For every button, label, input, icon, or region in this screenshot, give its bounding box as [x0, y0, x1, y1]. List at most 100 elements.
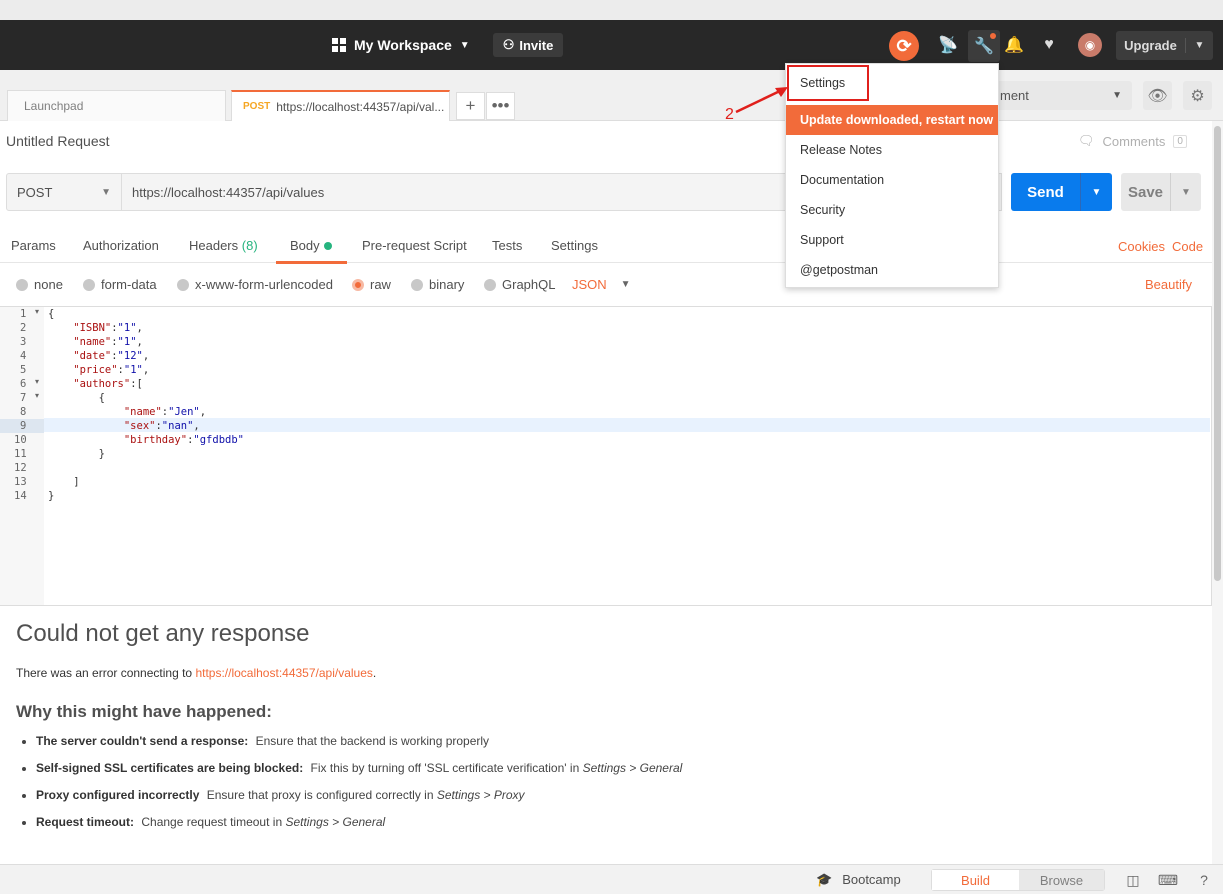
tab-headers[interactable]: Headers (8)	[189, 238, 258, 253]
help-icon[interactable]: ?	[1195, 871, 1213, 889]
code-line: "authors":[	[48, 378, 143, 390]
send-button[interactable]: Send ▼	[1011, 173, 1112, 211]
comments-button[interactable]: 🗨 Comments 0	[1078, 133, 1187, 149]
list-item: The server couldn't send a response: Ens…	[36, 734, 1206, 749]
radio-circle-selected	[352, 278, 364, 291]
cookies-link[interactable]: Cookies	[1118, 239, 1165, 254]
code-link[interactable]: Code	[1172, 239, 1203, 254]
response-title: Could not get any response	[16, 620, 310, 647]
more-tabs-button[interactable]: •••	[486, 92, 515, 120]
radio-graphql[interactable]: GraphQL	[484, 277, 555, 292]
list-item: Self-signed SSL certificates are being b…	[36, 761, 1206, 776]
radio-raw[interactable]: raw	[352, 277, 391, 292]
beautify-link[interactable]: Beautify	[1145, 277, 1192, 292]
radio-label: none	[34, 277, 63, 292]
avatar[interactable]: ◉	[1078, 33, 1102, 57]
why-title: Why this might have happened:	[16, 702, 272, 721]
gear-icon[interactable]: ⚙	[1183, 81, 1212, 110]
chevron-down-icon[interactable]: ▼	[1186, 40, 1213, 51]
line-number: 3	[20, 336, 27, 348]
radio-none[interactable]: none	[16, 277, 63, 292]
chevron-down-icon[interactable]: ▼	[1171, 173, 1201, 211]
line-number: 14	[14, 490, 27, 502]
upgrade-label: Upgrade	[1116, 38, 1186, 53]
keyboard-icon[interactable]: ⌨	[1158, 871, 1178, 889]
tab-settings[interactable]: Settings	[551, 238, 598, 253]
menu-item-update[interactable]: Update downloaded, restart now	[786, 105, 998, 135]
heart-icon[interactable]: ♥	[1035, 32, 1063, 58]
radio-label: binary	[429, 277, 465, 292]
add-user-icon: ⚇	[502, 37, 515, 52]
tab-authorization[interactable]: Authorization	[83, 238, 159, 253]
invite-label: Invite	[519, 37, 554, 53]
json-value: "12"	[117, 350, 143, 362]
reason-title: Self-signed SSL certificates are being b…	[36, 761, 304, 775]
reason-text: Ensure that the backend is working prope…	[255, 734, 490, 748]
new-tab-button[interactable]: +	[456, 92, 485, 120]
fold-arrow-icon[interactable]: ▾	[35, 391, 39, 400]
annotation-number: 2	[725, 106, 734, 123]
settings-wrench-button[interactable]: 🔧	[968, 30, 1000, 62]
code-line: "sex":"nan",	[48, 420, 200, 432]
code-line: "name":"Jen",	[48, 406, 207, 418]
invite-button[interactable]: ⚇ Invite	[493, 33, 563, 57]
menu-item-security[interactable]: Security	[786, 195, 998, 225]
build-button[interactable]: Build	[932, 870, 1019, 890]
line-number: 12	[14, 462, 27, 474]
json-key: "name"	[48, 336, 112, 348]
two-pane-icon[interactable]: ◫	[1124, 871, 1142, 889]
code-text: ]	[48, 476, 80, 488]
tab-tests[interactable]: Tests	[492, 238, 522, 253]
tab-prerequest-script[interactable]: Pre-request Script	[362, 238, 467, 253]
bootcamp-button[interactable]: 🎓 Bootcamp	[816, 872, 901, 888]
environment-select[interactable]: ment ▼	[990, 81, 1132, 110]
scrollbar-thumb[interactable]	[1214, 126, 1221, 581]
method-select[interactable]: POST ▼	[6, 173, 122, 211]
fold-arrow-icon[interactable]: ▾	[35, 307, 39, 316]
radio-binary[interactable]: binary	[411, 277, 464, 292]
fold-arrow-icon[interactable]: ▾	[35, 377, 39, 386]
format-select[interactable]: JSON ▼	[572, 277, 631, 292]
code-line: }	[48, 489, 54, 503]
line-number: 9	[0, 419, 44, 433]
code-line: ]	[48, 475, 80, 489]
line-number: 4	[20, 350, 27, 362]
radio-form-data[interactable]: form-data	[83, 277, 157, 292]
format-label: JSON	[572, 277, 607, 292]
json-key: "date"	[48, 350, 112, 362]
body-type-options: none form-data x-www-form-urlencoded raw…	[0, 263, 1212, 306]
tab-launchpad[interactable]: Launchpad	[7, 90, 226, 121]
menu-item-release-notes[interactable]: Release Notes	[786, 135, 998, 165]
scrollbar[interactable]	[1212, 121, 1223, 866]
menu-item-support[interactable]: Support	[786, 225, 998, 255]
bell-icon[interactable]: 🔔	[1000, 32, 1028, 58]
eye-icon[interactable]: 👁	[1143, 81, 1172, 110]
tab-body[interactable]: Body	[276, 238, 347, 264]
json-bracket: [	[136, 378, 143, 390]
browse-button[interactable]: Browse	[1019, 870, 1104, 890]
reason-text: Fix this by turning off 'SSL certificate…	[310, 761, 583, 775]
sync-icon[interactable]: ⟳	[889, 31, 919, 61]
code-line: "birthday":"gfdbdb"	[48, 434, 244, 446]
request-title[interactable]: Untitled Request	[6, 133, 110, 149]
tab-post-request[interactable]: POST https://localhost:44357/api/val...	[231, 90, 450, 121]
list-item: Proxy configured incorrectly Ensure that…	[36, 788, 1206, 803]
comments-label: Comments	[1102, 133, 1166, 149]
code-editor[interactable]: 1 2 3 4 5 6 7 8 9 10 11 12 13 14 ▾ ▾ ▾ {…	[0, 306, 1212, 606]
upgrade-button[interactable]: Upgrade ▼	[1116, 31, 1213, 60]
wrench-icon: 🔧	[974, 38, 994, 55]
satellite-icon[interactable]: 📡	[934, 32, 962, 58]
line-number: 10	[14, 434, 27, 446]
json-key: "price"	[48, 364, 118, 376]
chevron-down-icon: ▼	[101, 186, 111, 198]
radio-urlencoded[interactable]: x-www-form-urlencoded	[177, 277, 333, 292]
save-button[interactable]: Save ▼	[1121, 173, 1201, 211]
tab-params[interactable]: Params	[11, 238, 56, 253]
radio-circle	[83, 278, 95, 291]
error-url-link[interactable]: https://localhost:44357/api/values	[195, 666, 372, 680]
workspace-switcher[interactable]: My Workspace ▼	[332, 20, 470, 70]
menu-item-documentation[interactable]: Documentation	[786, 165, 998, 195]
chevron-down-icon[interactable]: ▼	[1081, 173, 1112, 211]
menu-item-getpostman[interactable]: @getpostman	[786, 255, 998, 285]
code-text: }	[48, 448, 105, 460]
